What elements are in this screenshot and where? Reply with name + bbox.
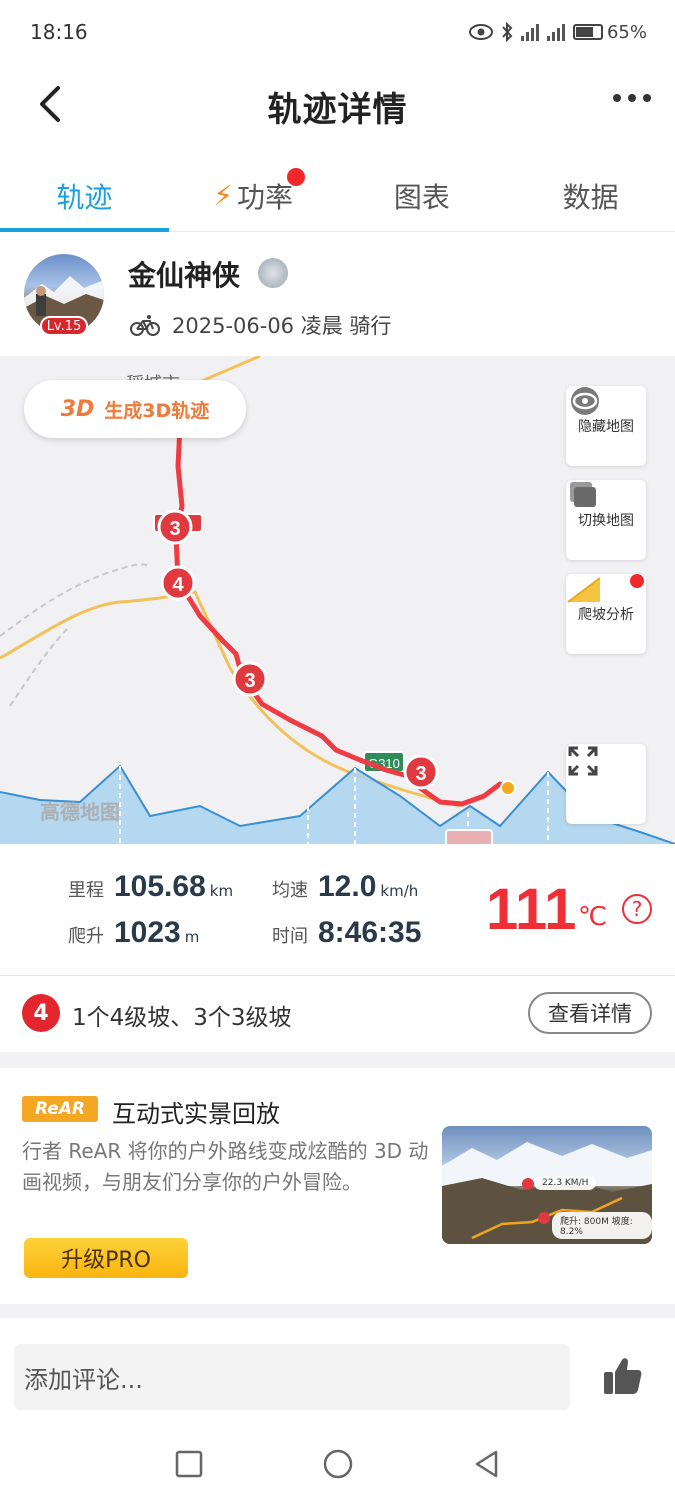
switch-map-label: 切换地图 [578, 513, 634, 529]
tab-data-label: 数据 [562, 180, 619, 214]
medal-icon[interactable] [258, 258, 288, 288]
thumb-speed: 22.3 KM/H [542, 1178, 589, 1188]
page-title: 轨迹详情 [267, 89, 408, 130]
route-map[interactable]: G310 3 4 3 3 稻城市 3D 生成3D轨迹 隐藏地图 切换地图 爬坡分… [0, 356, 675, 844]
promo-title: 互动式实景回放 [112, 1100, 280, 1128]
svg-text:3: 3 [415, 763, 426, 785]
climb-unit: m [184, 928, 200, 946]
generate-3d-label: 生成3D轨迹 [104, 399, 210, 422]
speed-value: 12.0 [318, 870, 377, 903]
recents-icon[interactable] [174, 1449, 204, 1479]
notification-dot [286, 168, 305, 186]
slope-icon [567, 577, 601, 603]
map-watermark: 高德地图 [40, 800, 120, 824]
eye-icon [468, 24, 493, 40]
promo-description: 行者 ReAR 将你的户外路线变成炫酷的 3D 动画视频，与朋友们分享你的户外冒… [22, 1139, 429, 1194]
climb-marker[interactable]: 3 [232, 661, 268, 697]
thumbs-up-icon[interactable] [600, 1354, 644, 1398]
expand-icon [568, 746, 598, 776]
speed-label: 均速 [272, 880, 308, 901]
thumb-climb: 爬升: 800M 坡度: 8.2% [560, 1217, 633, 1237]
tab-track-label: 轨迹 [56, 180, 113, 214]
stat-time: 时间 8:46:35 [272, 916, 421, 950]
climb-summary: 4 1个4级坡、3个3级坡 查看详情 [0, 976, 675, 1052]
section-divider [0, 1304, 675, 1318]
layers-icon [570, 482, 596, 507]
distance-label: 里程 [68, 880, 104, 901]
rear-logo: ReAR [22, 1096, 98, 1122]
tab-bar: 轨迹 ⚡ 功率 图表 数据 [0, 160, 675, 232]
section-divider [0, 1052, 675, 1068]
time-value: 8:46:35 [318, 916, 422, 949]
ride-date-type: 2025-06-06 凌晨 骑行 [172, 314, 392, 338]
distance-unit: km [209, 882, 234, 900]
battery-level: 65% [606, 21, 647, 43]
hide-map-label: 隐藏地图 [578, 419, 634, 435]
app-header: 轨迹详情 [0, 64, 675, 148]
level-badge: Lv.15 [40, 316, 88, 336]
climb-level-badge: 4 [22, 994, 60, 1032]
svg-text:3: 3 [169, 518, 180, 540]
temperature-value: 111 [486, 877, 577, 942]
climb-analysis-label: 爬坡分析 [578, 607, 634, 623]
upgrade-pro-button[interactable]: 升级PRO [24, 1238, 188, 1278]
climb-summary-text: 1个4级坡、3个3级坡 [72, 1005, 292, 1031]
bluetooth-icon [502, 22, 513, 42]
ride-meta: 2025-06-06 凌晨 骑行 [130, 310, 391, 340]
thumb-speed-chip: 22.3 KM/H [534, 1176, 597, 1190]
svg-text:4: 4 [172, 574, 184, 596]
eye-icon [571, 387, 599, 415]
distance-value: 105.68 [114, 870, 206, 903]
climb-value: 1023 [114, 916, 181, 949]
rear-promo-card[interactable]: ReAR 互动式实景回放 行者 ReAR 将你的户外路线变成炫酷的 3D 动画视… [0, 1068, 675, 1304]
3d-icon: 3D [60, 396, 95, 422]
stat-speed: 均速 12.0 km/h [272, 870, 418, 904]
speed-unit: km/h [380, 882, 419, 900]
temperature-unit: ℃ [578, 902, 608, 932]
comment-bar: 添加评论... [0, 1318, 675, 1428]
stat-distance: 里程 105.68 km [68, 870, 233, 904]
home-icon[interactable] [322, 1448, 354, 1480]
climb-marker[interactable]: 4 [160, 565, 196, 601]
tab-charts[interactable]: 图表 [338, 160, 507, 231]
hide-map-button[interactable]: 隐藏地图 [566, 386, 646, 466]
thumb-climb-chip: 爬升: 800M 坡度: 8.2% [552, 1212, 652, 1239]
tab-data[interactable]: 数据 [506, 160, 675, 231]
system-nav-bar [0, 1428, 675, 1500]
signal-5g-icon [546, 23, 565, 41]
tab-charts-label: 图表 [393, 180, 450, 214]
more-options-icon[interactable] [613, 94, 651, 102]
notification-dot [630, 574, 644, 588]
climb-marker[interactable]: 3 [403, 754, 439, 790]
stat-climb: 爬升 1023 m [68, 916, 199, 950]
tab-power[interactable]: ⚡ 功率 [169, 160, 338, 231]
climb-marker[interactable]: 3 [157, 509, 193, 545]
signal-icon [520, 23, 539, 41]
generate-3d-button[interactable]: 3D 生成3D轨迹 [24, 380, 246, 438]
climb-label: 爬升 [68, 926, 104, 947]
help-icon[interactable]: ? [622, 894, 652, 924]
username[interactable]: 金仙神侠 [128, 254, 240, 294]
bicycle-icon [130, 315, 160, 336]
promo-preview-image[interactable]: 22.3 KM/H 爬升: 800M 坡度: 8.2% [442, 1126, 652, 1244]
lightning-icon: ⚡ [213, 179, 233, 212]
tab-power-label: 功率 [236, 180, 293, 214]
fullscreen-button[interactable] [566, 744, 646, 824]
ride-stats: 里程 105.68 km 均速 12.0 km/h 爬升 1023 m 时间 8… [0, 844, 675, 976]
tab-track[interactable]: 轨迹 [0, 160, 169, 232]
svg-text:3: 3 [244, 670, 255, 692]
ride-profile: Lv.15 金仙神侠 2025-06-06 凌晨 骑行 [0, 240, 675, 356]
view-details-button[interactable]: 查看详情 [528, 992, 652, 1034]
back-nav-icon[interactable] [472, 1449, 502, 1479]
status-icons: 65% [468, 21, 647, 43]
time-label: 时间 [272, 926, 308, 947]
battery-icon: 65% [572, 21, 647, 43]
status-bar: 18:16 65% [0, 0, 675, 64]
status-time: 18:16 [30, 20, 88, 44]
climb-analysis-button[interactable]: 爬坡分析 [566, 574, 646, 654]
back-icon[interactable] [30, 82, 74, 126]
switch-map-button[interactable]: 切换地图 [566, 480, 646, 560]
comment-input[interactable]: 添加评论... [14, 1344, 570, 1410]
